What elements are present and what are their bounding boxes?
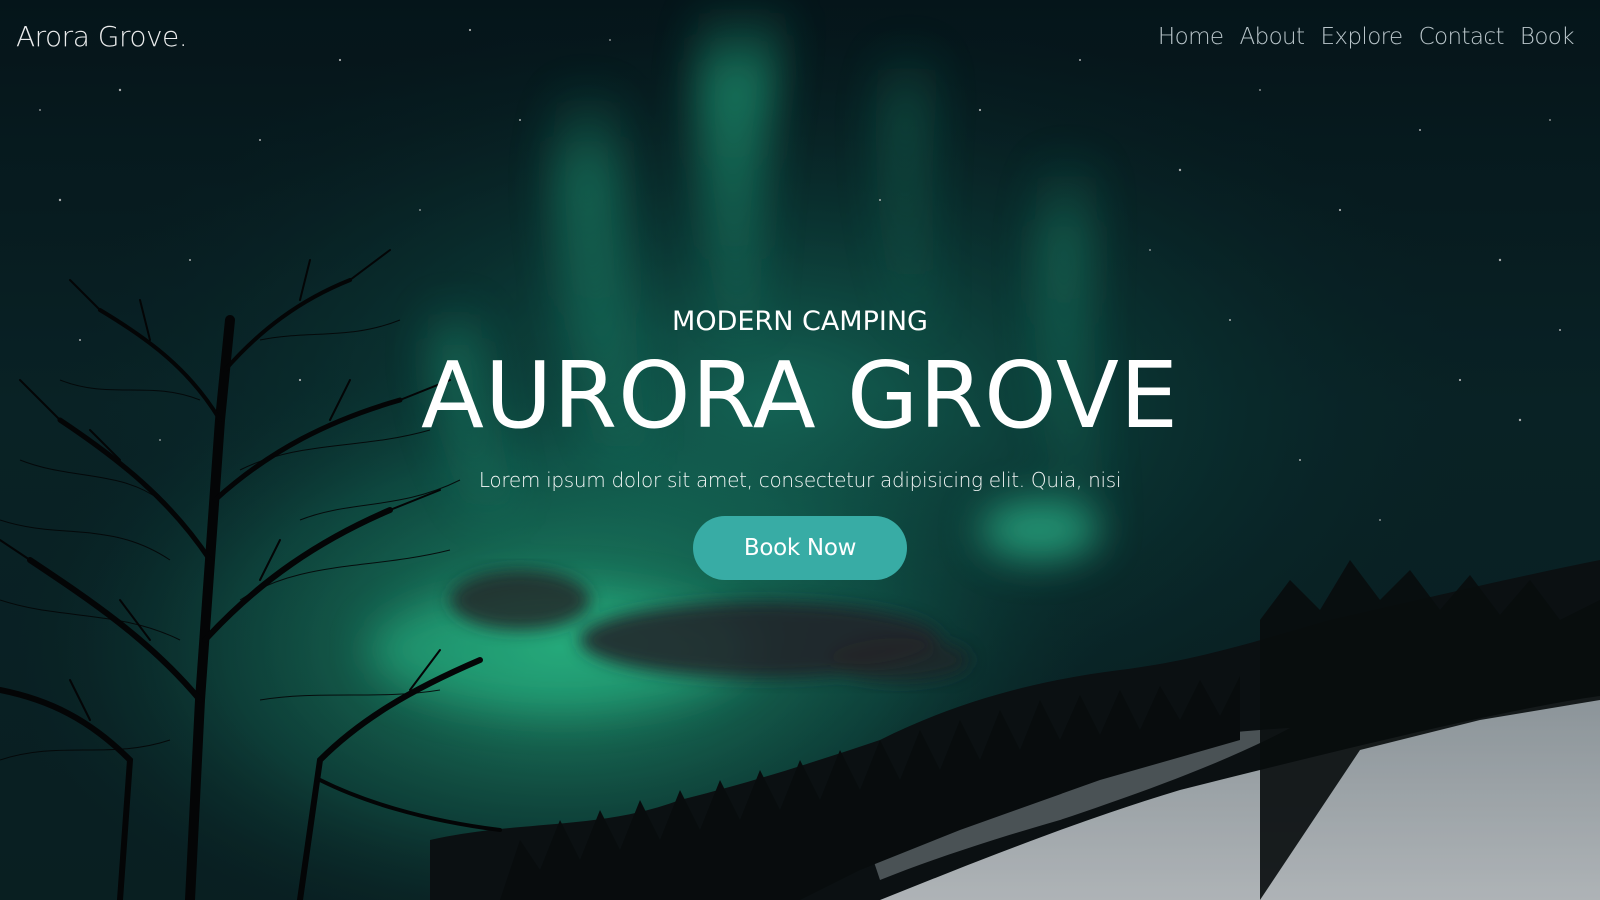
book-now-button[interactable]: Book Now [693,516,907,580]
hero-subtitle: Lorem ipsum dolor sit amet, consectetur … [478,468,1122,492]
hero-content: MODERN CAMPING AURORA GROVE Lorem ipsum … [0,306,1600,580]
navbar: Arora Grove. Home About Explore Contact … [0,0,1600,80]
nav-link-explore[interactable]: Explore [1320,24,1403,50]
nav-link-contact[interactable]: Contact [1419,24,1505,50]
nav-link-about[interactable]: About [1239,24,1305,50]
hero-title: AURORA GROVE [420,342,1180,449]
nav-link-home[interactable]: Home [1158,24,1224,50]
hero-section: Arora Grove. Home About Explore Contact … [0,0,1600,900]
nav-link-book[interactable]: Book [1520,24,1575,50]
hero-kicker: MODERN CAMPING [672,306,928,337]
nav-links: Home About Explore Contact Book [1142,24,1575,50]
brand-logo[interactable]: Arora Grove. [16,20,188,53]
